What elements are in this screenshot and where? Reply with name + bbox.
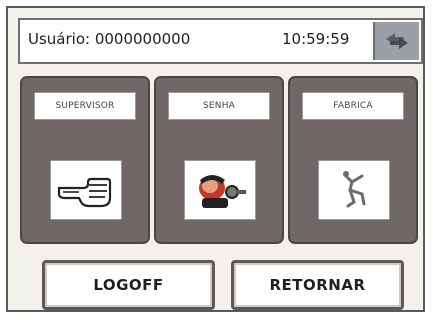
main-screen: Usuário: 0000000000 10:59:59 SUPERVISOR …	[6, 6, 425, 312]
user-label: Usuário: 0000000000	[28, 30, 191, 48]
clock: 10:59:59	[282, 30, 350, 48]
fabrica-label-box: FABRICA	[302, 92, 404, 120]
supervisor-label-box: SUPERVISOR	[34, 92, 136, 120]
pointing-hand-icon	[57, 177, 112, 208]
swap-button[interactable]	[373, 22, 419, 60]
status-bar: Usuário: 0000000000 10:59:59	[18, 18, 423, 64]
fabrica-label: FABRICA	[333, 101, 373, 111]
supervisor-card[interactable]: SUPERVISOR	[20, 76, 150, 244]
key-person-icon	[199, 175, 246, 208]
swap-arrows-icon	[386, 33, 408, 49]
supervisor-label: SUPERVISOR	[55, 101, 115, 111]
senha-label-box: SENHA	[168, 92, 270, 120]
supervisor-icon-box	[50, 160, 122, 220]
fabrica-icon-box	[318, 160, 390, 220]
senha-label: SENHA	[202, 101, 236, 111]
factory-figure-icon	[343, 171, 366, 208]
retornar-button[interactable]: RETORNAR	[231, 260, 404, 310]
senha-icon-box	[184, 160, 256, 220]
senha-card[interactable]: SENHA	[154, 76, 284, 244]
fabrica-card[interactable]: FABRICA	[288, 76, 418, 244]
logoff-button[interactable]: LOGOFF	[42, 260, 215, 310]
